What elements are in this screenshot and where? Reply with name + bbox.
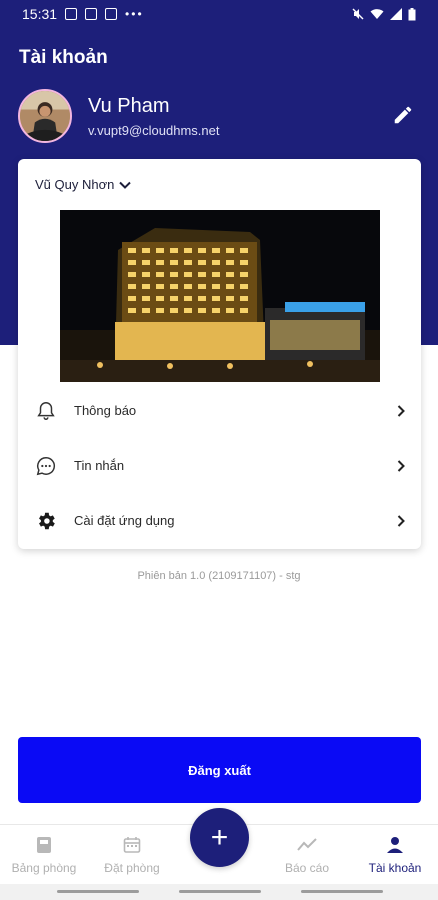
system-navigation-bar [0,884,438,900]
nav-label: Báo cáo [284,861,330,875]
wifi-icon [370,9,384,19]
menu-item-app-settings[interactable]: Cài đặt ứng dụng [18,493,421,548]
hotel-building-image [60,210,380,382]
chart-icon [297,838,317,851]
edit-profile-button[interactable] [388,100,418,130]
account-card: Vũ Quy Nhơn Thông báo Tin nhắn Cài đặt ứ… [18,159,421,549]
pencil-icon [394,106,412,124]
page-title: Tài khoản [19,47,108,68]
battery-icon [408,7,416,20]
system-back-button[interactable] [301,890,383,893]
add-button[interactable]: + [190,808,249,867]
nav-item-reports[interactable]: Báo cáo [274,825,340,885]
status-bar: 15:31 ••• [0,0,438,28]
chevron-right-icon [397,514,405,527]
nav-label: Tài khoản [368,861,422,875]
gallery-icon [65,8,78,20]
chevron-right-icon [397,459,405,472]
person-icon [387,837,403,853]
user-name: Vu Pham [88,95,170,117]
nav-label: Đặt phòng [104,861,160,875]
avatar[interactable] [18,89,72,143]
menu-item-label: Thông báo [74,403,137,418]
nav-item-booking[interactable]: Đặt phòng [96,825,168,885]
more-notifications: ••• [125,7,144,21]
message-status-icon [105,8,118,20]
app-version: Phiên bản 1.0 (2109171107) - stg [137,570,301,582]
logout-button[interactable]: Đăng xuất [18,737,421,803]
hotel-name: Vũ Quy Nhơn [35,177,115,192]
nav-item-account[interactable]: Tài khoản [362,825,428,885]
hotel-photo [60,210,380,382]
system-home-button[interactable] [179,890,261,893]
chevron-down-icon [119,181,132,189]
menu-item-messages[interactable]: Tin nhắn [18,438,421,493]
chat-icon [36,456,56,475]
hotel-selector[interactable]: Vũ Quy Nhơn [35,177,132,192]
system-recents-button[interactable] [57,890,139,893]
menu-item-notifications[interactable]: Thông báo [18,383,421,438]
mute-icon [352,8,364,20]
menu-item-label: Tin nhắn [74,458,125,473]
avatar-photo [20,91,70,141]
gear-icon [39,512,55,529]
user-email: v.vupt9@cloudhms.net [88,123,220,138]
person-status-icon [85,8,98,20]
status-time: 15:31 [22,6,58,22]
signal-icon [390,8,402,20]
chevron-right-icon [397,404,405,417]
room-board-icon [37,837,51,853]
menu-item-label: Cài đặt ứng dụng [74,513,175,528]
nav-label: Bảng phòng [11,861,77,875]
calendar-icon [123,837,141,853]
nav-item-room-board[interactable]: Bảng phòng [6,825,82,885]
bell-icon [37,401,55,420]
